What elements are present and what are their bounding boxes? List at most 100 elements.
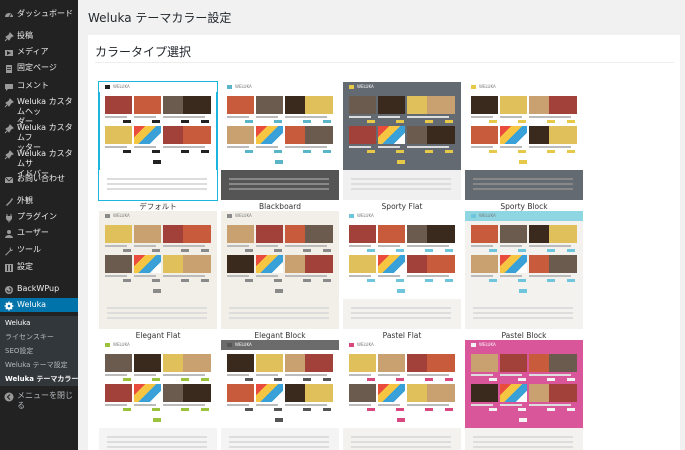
weluka-logo-icon [471,214,476,218]
thumbnail-brand: WELUKA [235,84,252,89]
theme-option-6[interactable]: WELUKA Pastel Flat [343,211,461,340]
theme-option-9[interactable]: WELUKA [221,340,339,450]
theme-option-2[interactable]: WELUKA Sporty Flat [343,82,461,211]
thumbnail-text-line [407,275,429,277]
settings-icon [4,263,14,273]
theme-option-5[interactable]: WELUKA Elegant Block [221,211,339,340]
sidebar-item-0[interactable]: ダッシュボード [0,9,78,21]
thumbnail-footer-line [351,188,451,190]
thumbnail-photo [305,384,333,402]
thumbnail-text-line [163,245,185,247]
thumbnail-photo [134,384,161,402]
submenu-license-key[interactable]: ライセンスキー [0,330,78,344]
thumbnail-text-line [285,245,307,247]
thumbnail-more-button [201,150,209,153]
submenu-theme-settings[interactable]: Weluka テーマ設定 [0,358,78,372]
thumbnail-more-button [567,378,575,381]
sidebar-item-label: 設定 [17,262,33,271]
thumbnail-more-button [245,279,253,282]
thumbnail-more-button [245,120,253,123]
thumbnail-footer-line [473,436,573,438]
thumbnail-more-button [396,378,404,381]
thumbnail-footer [99,170,217,200]
thumbnail-photo [549,96,577,114]
submenu-seo-settings[interactable]: SEO設定 [0,344,78,358]
thumbnail-photo [349,354,376,372]
thumbnail-footer-line [229,183,329,185]
sidebar-item-10[interactable]: プラグイン [0,212,78,223]
thumbnail-photo [183,384,211,402]
thumbnail-footer-line [229,307,329,309]
sidebar-item-13[interactable]: 設定 [0,262,78,272]
theme-option-7[interactable]: WELUKA Pastel Block [465,211,583,340]
thumbnail-text-line [549,146,571,148]
thumbnail-pager [397,160,405,164]
thumbnail-text-line [427,146,449,148]
thumbnail-pager [153,418,161,422]
thumbnail-photo [105,384,132,402]
thumbnail-more-button [489,150,497,153]
thumbnail-footer-line [107,188,207,190]
thumbnail-more-button [152,279,160,282]
thumbnail-brand: WELUKA [113,342,130,347]
theme-option-1[interactable]: WELUKA Blackboard [221,82,339,211]
thumbnail-photo [378,126,405,144]
thumbnail-text-line [305,245,327,247]
sidebar-item-2[interactable]: メディア [0,47,78,57]
submenu-weluka[interactable]: Weluka [0,316,78,330]
thumbnail-text-line [427,275,449,277]
thumbnail-pager [397,289,405,293]
thumbnail-text-line [305,275,327,277]
thumbnail-more-button [123,150,131,153]
thumbnail-footer-line [107,446,207,448]
collapse-menu-button[interactable]: メニューを閉じる [0,391,78,411]
thumbnail-text-line [529,116,551,118]
thumbnail-photo [500,354,527,372]
sidebar-item-15[interactable]: Weluka [0,298,78,312]
thumbnail-text-line [471,275,493,277]
sidebar-item-label: お問い合わせ [17,174,65,183]
weluka-logo-icon [471,85,476,89]
sidebar-item-6[interactable]: Weluka カスタムフ ッター [0,123,78,152]
submenu-theme-color[interactable]: Weluka テーマカラー [0,372,78,386]
thumbnail-brand: WELUKA [357,84,374,89]
sidebar-item-8[interactable]: お問い合わせ [0,174,78,184]
thumbnail-brand: WELUKA [357,213,374,218]
sidebar-item-1[interactable]: 投稿 [0,31,78,42]
sidebar-item-4[interactable]: コメント [0,81,78,91]
theme-option-10[interactable]: WELUKA [343,340,461,450]
thumbnail-more-button [547,279,555,282]
theme-option-4[interactable]: WELUKA Elegant Flat [99,211,217,340]
sidebar-item-label: ツール [17,245,41,254]
thumbnail-pager [275,160,283,164]
thumbnail-text-line [227,245,249,247]
thumbnail-more-button [425,408,433,411]
sidebar-item-9[interactable]: 外観 [0,196,78,206]
theme-thumbnail: WELUKA [221,211,339,329]
thumbnail-text-line [285,404,307,406]
sidebar-item-12[interactable]: ツール [0,245,78,256]
thumbnail-more-button [274,150,282,153]
theme-option-11[interactable]: WELUKA [465,340,583,450]
thumbnail-more-button [518,408,526,411]
thumbnail-text-line [349,116,371,118]
thumbnail-photo [471,126,498,144]
pin-icon [4,124,14,134]
thumbnail-brand: WELUKA [479,213,496,218]
theme-option-3[interactable]: WELUKA Sporty Block [465,82,583,211]
theme-thumbnail: WELUKA [465,340,583,450]
sidebar-item-5[interactable]: Weluka カスタムヘッ ダー [0,97,78,126]
theme-option-0[interactable]: WELUKA デフォルト [98,81,218,211]
thumbnail-footer-line [473,441,573,443]
thumbnail-brand: WELUKA [479,342,496,347]
thumbnail-more-button [245,249,253,252]
thumbnail-more-button [323,279,331,282]
thumbnail-text-line [105,374,127,376]
section-title: カラータイプ選択 [95,45,192,59]
sidebar-item-7[interactable]: Weluka カスタムサ イドバー [0,149,78,178]
thumbnail-more-button [323,150,331,153]
sidebar-item-11[interactable]: ユーザー [0,228,78,238]
theme-option-8[interactable]: WELUKA [99,340,217,450]
sidebar-item-14[interactable]: BackWPup [0,284,78,294]
sidebar-item-3[interactable]: 固定ページ [0,63,78,73]
